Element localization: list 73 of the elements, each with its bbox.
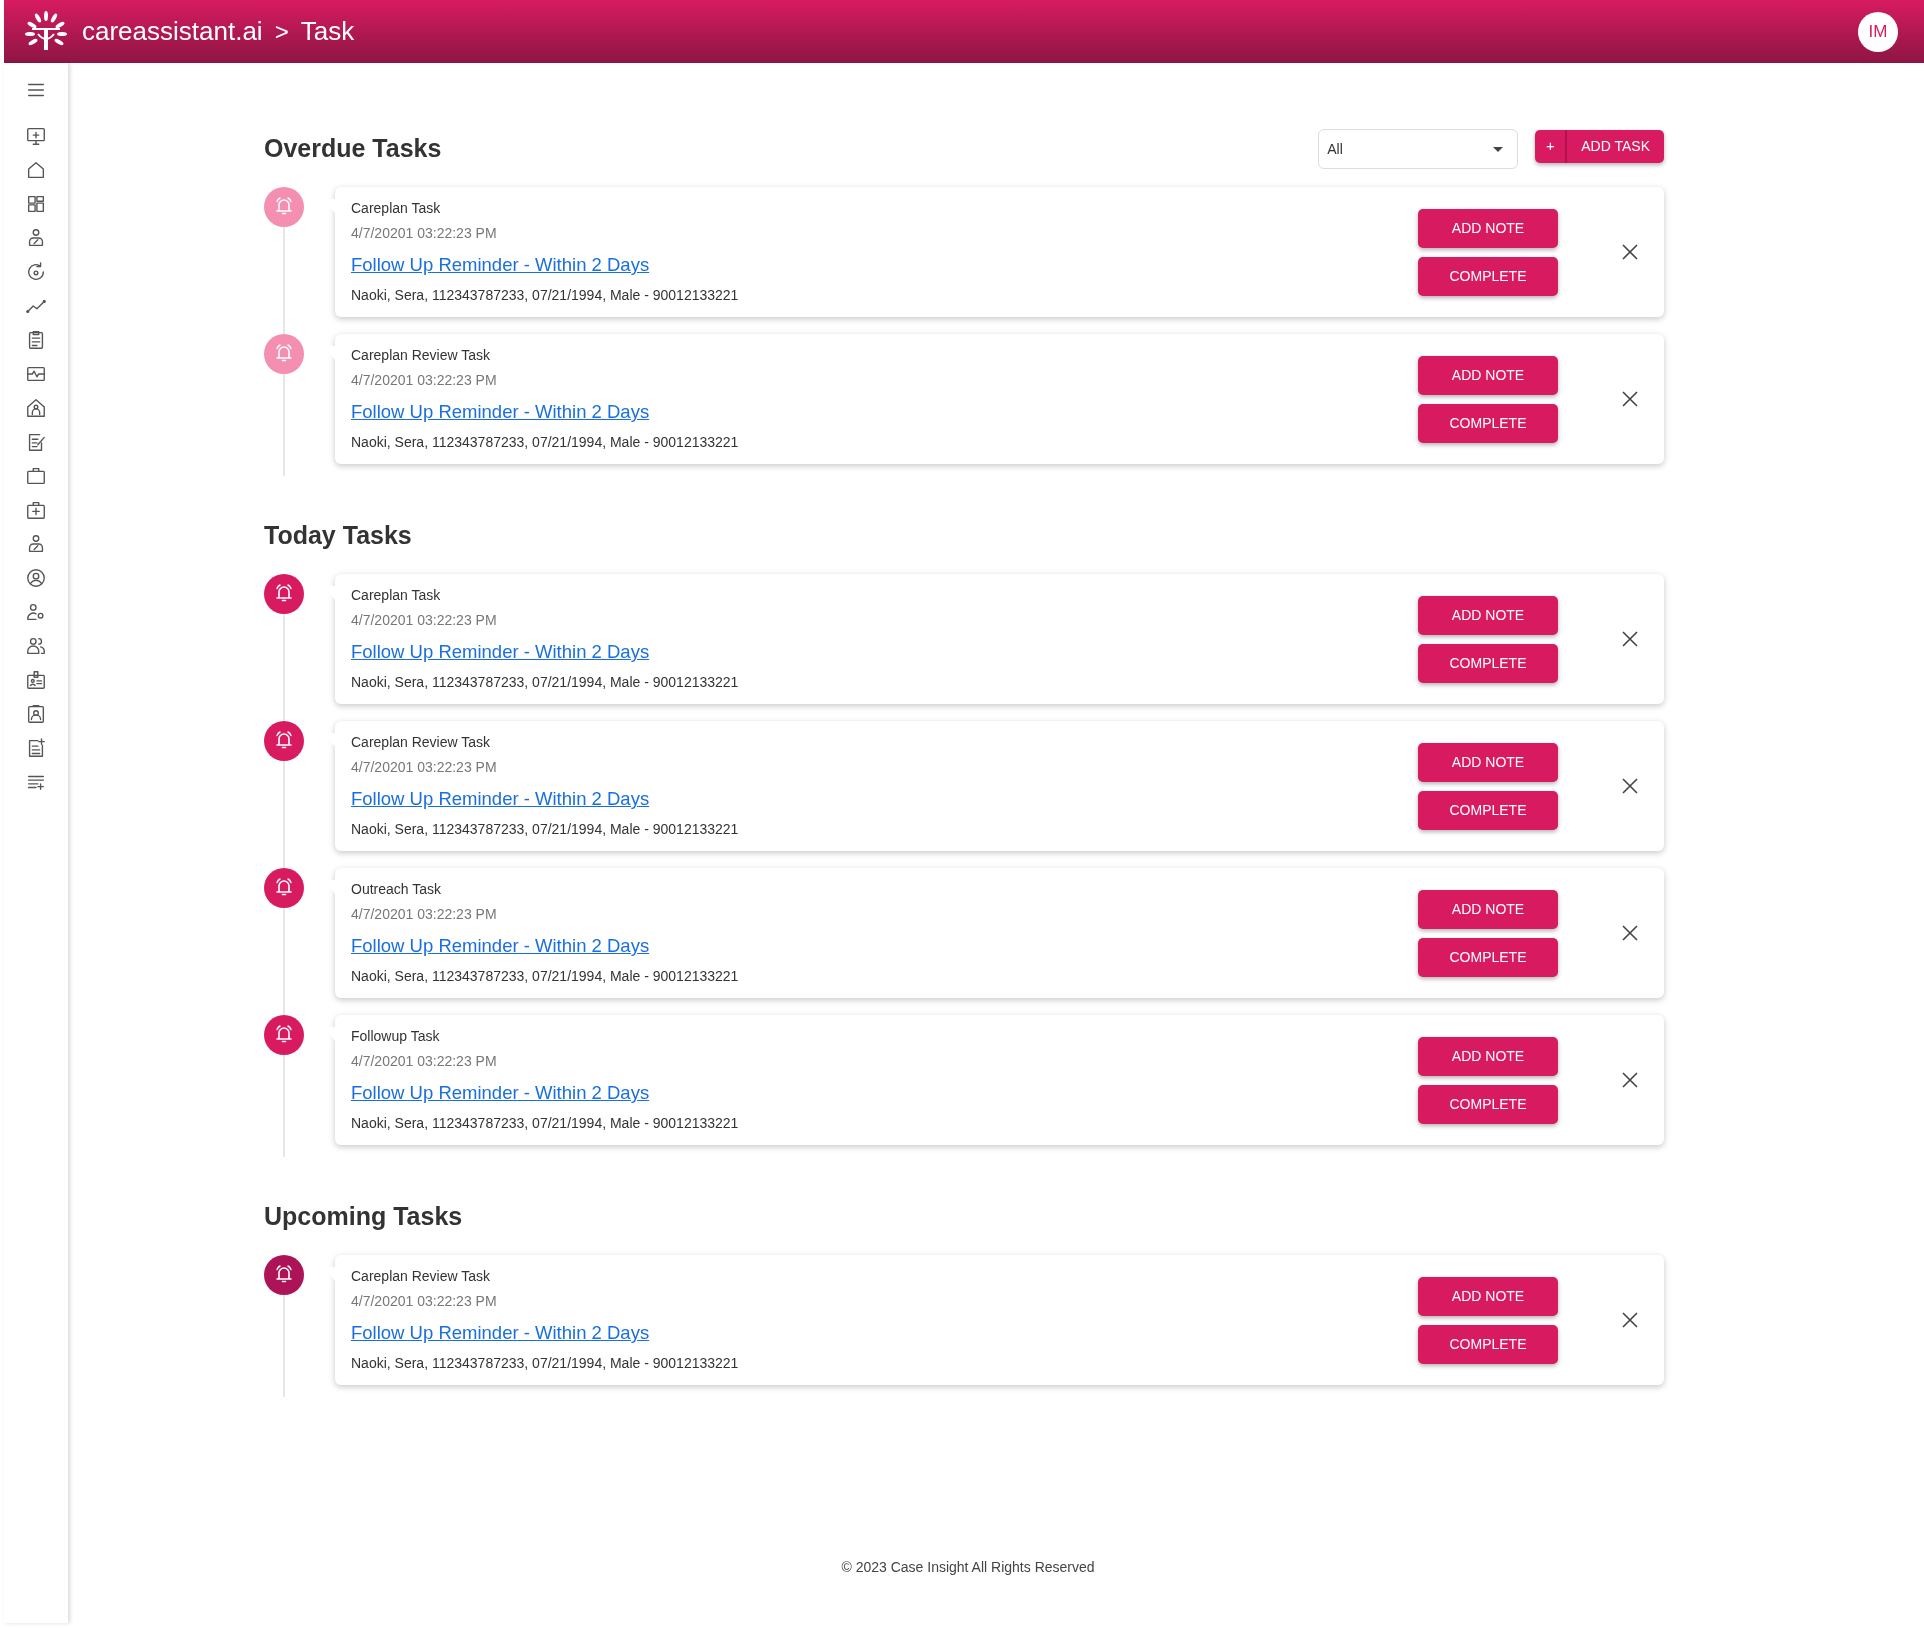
task-type: Careplan Review Task	[351, 733, 491, 753]
app-name[interactable]: careassistant.ai	[82, 12, 263, 51]
add-note-button[interactable]: ADD NOTE	[1418, 742, 1558, 782]
section-heading: Today Tasks	[264, 520, 412, 552]
task-link[interactable]: Follow Up Reminder - Within 2 Days	[351, 1079, 650, 1107]
close-icon[interactable]	[1622, 1072, 1638, 1088]
task-link[interactable]: Follow Up Reminder - Within 2 Days	[351, 1319, 650, 1347]
task-date: 4/7/20201 03:22:23 PM	[351, 905, 497, 925]
patient-details: Naoki, Sera, 112343787233, 07/21/1994, Male - 90012133221	[351, 1353, 739, 1373]
task-date: 4/7/20201 03:22:23 PM	[351, 1292, 497, 1312]
task-link[interactable]: Follow Up Reminder - Within 2 Days	[351, 785, 650, 813]
section-heading: Overdue Tasks	[264, 133, 442, 165]
filter-value: All	[1327, 139, 1344, 159]
patient-details: Naoki, Sera, 112343787233, 07/21/1994, Male - 90012133221	[351, 1113, 739, 1133]
patient-details: Naoki, Sera, 112343787233, 07/21/1994, Male - 90012133221	[351, 966, 739, 986]
patient-details: Naoki, Sera, 112343787233, 07/21/1994, Male - 90012133221	[351, 285, 739, 305]
add-note-button[interactable]: ADD NOTE	[1418, 595, 1558, 635]
close-icon[interactable]	[1622, 925, 1638, 941]
task-date: 4/7/20201 03:22:23 PM	[351, 224, 497, 244]
complete-button[interactable]: COMPLETE	[1418, 937, 1558, 977]
task-date: 4/7/20201 03:22:23 PM	[351, 371, 497, 391]
contact-card-icon[interactable]	[25, 703, 47, 725]
close-icon[interactable]	[1622, 631, 1638, 647]
user-settings-icon[interactable]	[25, 601, 47, 623]
close-icon[interactable]	[1622, 1312, 1638, 1328]
complete-button[interactable]: COMPLETE	[1418, 1324, 1558, 1364]
users-icon[interactable]	[25, 635, 47, 657]
add-note-button[interactable]: ADD NOTE	[1418, 889, 1558, 929]
add-note-button[interactable]: ADD NOTE	[1418, 355, 1558, 395]
patient-details: Naoki, Sera, 112343787233, 07/21/1994, Male - 90012133221	[351, 432, 739, 452]
circular-arrow-icon[interactable]	[25, 261, 47, 283]
complete-button[interactable]: COMPLETE	[1418, 643, 1558, 683]
filter-dropdown[interactable]: All	[1318, 129, 1519, 169]
close-icon[interactable]	[1622, 778, 1638, 794]
grid-icon[interactable]	[25, 193, 47, 215]
task-link[interactable]: Follow Up Reminder - Within 2 Days	[351, 932, 650, 960]
patient-details: Naoki, Sera, 112343787233, 07/21/1994, Male - 90012133221	[351, 672, 739, 692]
complete-button[interactable]: COMPLETE	[1418, 256, 1558, 296]
house-person-icon[interactable]	[25, 397, 47, 419]
home-icon[interactable]	[25, 159, 47, 181]
medical-bag-icon[interactable]	[25, 499, 47, 521]
add-task-button[interactable]: + ADD TASK	[1535, 129, 1664, 163]
task-type: Careplan Task	[351, 586, 441, 606]
task-type: Followup Task	[351, 1027, 440, 1047]
add-note-button[interactable]: ADD NOTE	[1418, 208, 1558, 248]
task-date: 4/7/20201 03:22:23 PM	[351, 1052, 497, 1072]
user-circle-icon[interactable]	[25, 567, 47, 589]
task-date: 4/7/20201 03:22:23 PM	[351, 611, 497, 631]
close-icon[interactable]	[1622, 244, 1638, 260]
task-link[interactable]: Follow Up Reminder - Within 2 Days	[351, 398, 650, 426]
monitor-plus-icon[interactable]	[25, 125, 47, 147]
complete-button[interactable]: COMPLETE	[1418, 1084, 1558, 1124]
task-link[interactable]: Follow Up Reminder - Within 2 Days	[351, 251, 650, 279]
task-type: Outreach Task	[351, 880, 441, 900]
page-title: Task	[300, 15, 355, 48]
task-link[interactable]: Follow Up Reminder - Within 2 Days	[351, 638, 650, 666]
task-type: Careplan Review Task	[351, 1267, 491, 1287]
close-icon[interactable]	[1622, 391, 1638, 407]
caret-icon	[1493, 146, 1504, 152]
briefcase-icon[interactable]	[25, 465, 47, 487]
add-note-button[interactable]: ADD NOTE	[1418, 1276, 1558, 1316]
task-type: Careplan Task	[351, 199, 441, 219]
task-date: 4/7/20201 03:22:23 PM	[351, 758, 497, 778]
task-type: Careplan Review Task	[351, 346, 491, 366]
patient-details: Naoki, Sera, 112343787233, 07/21/1994, Male - 90012133221	[351, 819, 739, 839]
add-note-button[interactable]: ADD NOTE	[1418, 1036, 1558, 1076]
id-badge-icon[interactable]	[25, 669, 47, 691]
complete-button[interactable]: COMPLETE	[1418, 403, 1558, 443]
section-heading: Upcoming Tasks	[264, 1201, 463, 1233]
complete-button[interactable]: COMPLETE	[1418, 790, 1558, 830]
user-avatar[interactable]: IM	[1858, 11, 1898, 52]
copyright-text: © 2023 Case Insight All Rights Reserved	[840, 1558, 1096, 1577]
breadcrumb-separator: >	[274, 16, 289, 47]
